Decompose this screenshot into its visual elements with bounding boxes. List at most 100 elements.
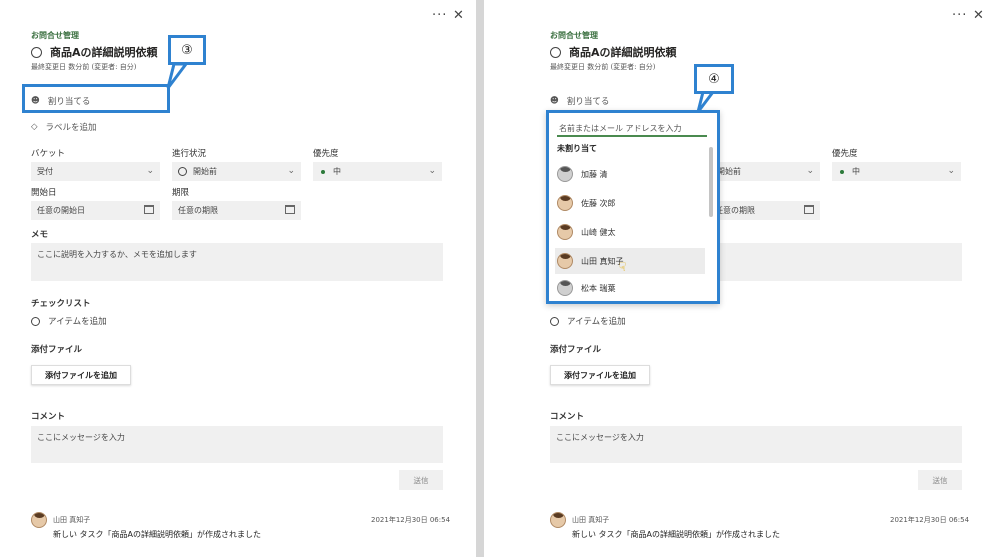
comment-placeholder: ここにメッセージを入力 [556,433,644,442]
assignee-search-input[interactable]: 名前またはメール アドレスを入力 [557,121,707,137]
add-checklist-item[interactable]: アイテムを追加 [31,315,107,327]
chevron-down-icon: ⌄ [287,166,295,176]
comment-time: 2021年12月30日 06:54 [371,516,451,524]
comment-time: 2021年12月30日 06:54 [890,516,970,524]
task-panel-left: ··· ✕ お問合せ管理 商品Aの詳細説明依頼 最終変更日 数分前 (変更者: … [0,0,476,557]
progress-value: 開始前 [717,167,741,176]
close-icon[interactable]: ✕ [453,8,465,23]
hand-cursor-icon: ☟ [619,260,627,274]
send-button[interactable]: 送信 [399,470,443,490]
callout-step3: ③ [168,35,206,65]
priority-value: 中 [333,167,341,176]
attachment-label: 添付ファイル [31,345,83,355]
priority-select[interactable]: 中 ⌄ [832,162,961,181]
unassigned-section: 未割り当て [557,144,597,153]
due-date-placeholder: 任意の期限 [715,206,755,215]
avatar [550,512,566,528]
checklist-add-text: アイテムを追加 [567,317,626,327]
person-name: 松本 瑞葉 [581,283,616,293]
memo-label: メモ [31,230,49,240]
priority-label: 優先度 [832,149,858,159]
comment-placeholder: ここにメッセージを入力 [37,433,125,442]
chevron-down-icon: ⌄ [428,166,436,176]
comment-textarea[interactable]: ここにメッセージを入力 [31,426,443,463]
progress-select[interactable]: 開始前 ⌄ [172,162,301,181]
task-title-text[interactable]: 商品Aの詳細説明依頼 [50,44,158,60]
due-date-label: 期限 [172,188,190,198]
calendar-icon [144,205,154,214]
assign-dropdown: 名前またはメール アドレスを入力 未割り当て 加藤 清 佐藤 次郎 山崎 健太 … [546,110,720,304]
calendar-icon [804,205,814,214]
chevron-down-icon: ⌄ [146,166,154,176]
person-option[interactable]: 加藤 清 [555,161,705,187]
start-date-placeholder: 任意の開始日 [37,206,85,215]
send-button[interactable]: 送信 [918,470,962,490]
task-title-text[interactable]: 商品Aの詳細説明依頼 [569,44,677,60]
checklist-circle-icon [31,316,40,326]
assign-button[interactable]: ☻ 割り当てる [550,95,609,107]
checklist-circle-icon [550,316,559,326]
task-panel-right: ··· ✕ お問合せ管理 商品Aの詳細説明依頼 最終変更日 数分前 (変更者: … [484,0,1000,557]
memo-textarea[interactable]: ここに説明を入力するか、メモを追加します [31,243,443,281]
due-date-input[interactable]: 任意の期限 [172,201,301,220]
add-checklist-item[interactable]: アイテムを追加 [550,315,626,327]
breadcrumb[interactable]: お問合せ管理 [31,30,79,41]
not-started-icon [178,167,187,176]
priority-select[interactable]: 中 ⌄ [313,162,442,181]
chevron-down-icon: ⌄ [806,166,814,176]
person-name: 加藤 清 [581,169,608,179]
complete-circle-icon[interactable] [31,46,42,58]
complete-circle-icon[interactable] [550,46,561,58]
add-attachment-button[interactable]: 添付ファイルを追加 [550,365,650,385]
more-options-icon[interactable]: ··· [432,8,447,23]
dropdown-scrollbar[interactable] [709,147,713,217]
assign-label: 割り当てる [566,97,610,107]
priority-value: 中 [852,167,860,176]
more-options-icon[interactable]: ··· [952,8,967,23]
person-option[interactable]: 佐藤 次郎 [555,190,705,216]
comment-text: 新しい タスク「商品Aの詳細説明依頼」が作成されました [572,530,781,539]
bucket-select[interactable]: 受付 ⌄ [31,162,160,181]
task-title: 商品Aの詳細説明依頼 [31,44,158,60]
bucket-label: バケット [31,149,66,159]
avatar [557,195,573,211]
chevron-down-icon: ⌄ [947,166,955,176]
start-date-label: 開始日 [31,188,57,198]
last-modified: 最終変更日 数分前 (変更者: 自分) [550,63,656,71]
avatar [557,280,573,296]
person-name: 山崎 健太 [581,227,616,237]
person-option[interactable]: 山崎 健太 [555,219,705,245]
add-label-text: ラベルを追加 [45,123,97,133]
person-option-hovered[interactable]: 山田 真知子 [555,248,705,274]
start-date-input[interactable]: 任意の開始日 [31,201,160,220]
checklist-label: チェックリスト [31,299,91,309]
last-modified: 最終変更日 数分前 (変更者: 自分) [31,63,137,71]
attachment-label: 添付ファイル [550,345,602,355]
avatar [557,224,573,240]
comment-label: コメント [550,412,585,422]
add-attachment-button[interactable]: 添付ファイルを追加 [31,365,131,385]
priority-label: 優先度 [313,149,339,159]
person-option[interactable]: 松本 瑞葉 [555,277,705,299]
add-label-button[interactable]: ◇ ラベルを追加 [31,121,97,133]
calendar-icon [285,205,295,214]
comment-author: 山田 真知子 [53,516,91,524]
tag-icon: ◇ [31,122,38,132]
breadcrumb[interactable]: お問合せ管理 [550,30,598,41]
comment-author: 山田 真知子 [572,516,610,524]
priority-dot-icon [840,169,844,174]
assign-highlight [22,84,170,113]
close-icon[interactable]: ✕ [973,8,985,23]
comment-text: 新しい タスク「商品Aの詳細説明依頼」が作成されました [53,530,262,539]
person-add-icon: ☻ [550,96,559,106]
task-title: 商品Aの詳細説明依頼 [550,44,677,60]
progress-label: 進行状況 [172,149,207,159]
comment-textarea[interactable]: ここにメッセージを入力 [550,426,962,463]
callout-step4: ④ [694,64,734,94]
checklist-add-text: アイテムを追加 [48,317,107,327]
progress-value: 開始前 [193,167,217,176]
due-date-placeholder: 任意の期限 [178,206,218,215]
person-name: 佐藤 次郎 [581,198,616,208]
person-name: 山田 真知子 [581,256,624,266]
avatar [31,512,47,528]
